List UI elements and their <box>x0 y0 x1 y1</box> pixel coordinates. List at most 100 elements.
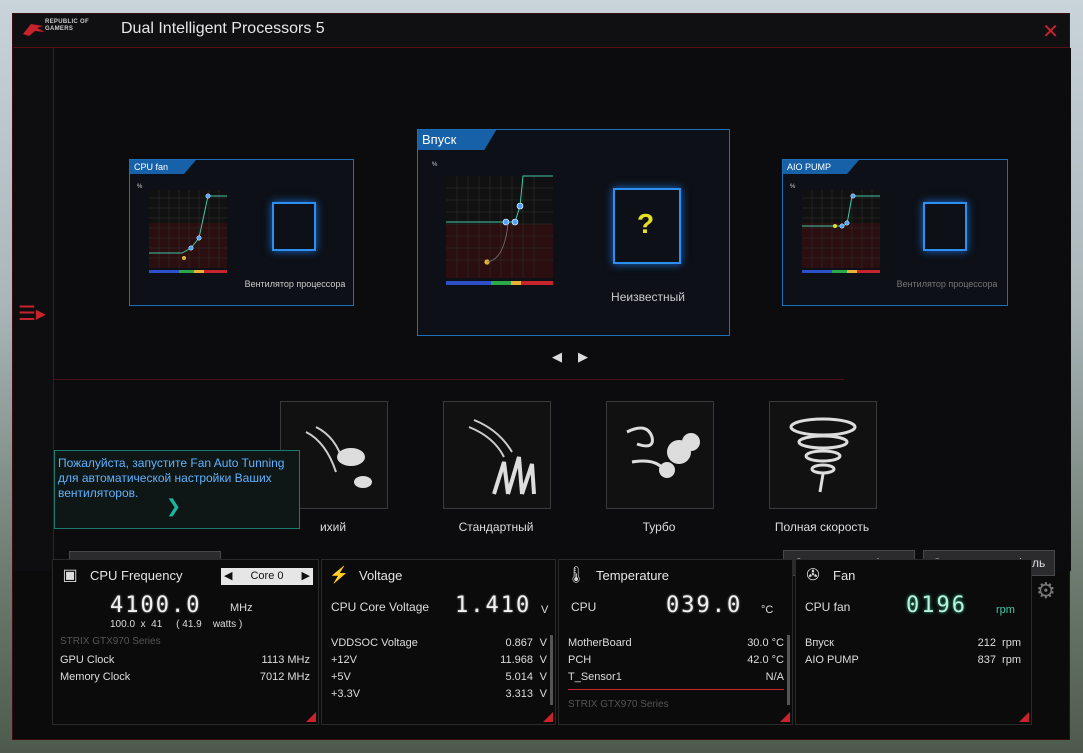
panel-title: Voltage <box>359 568 403 583</box>
scrollbar[interactable] <box>787 635 790 705</box>
section-divider <box>54 379 844 380</box>
fan-curve-chart: % <box>790 184 880 273</box>
fan-card-cpu[interactable]: CPU fan % Вентилятор процессора <box>129 159 354 306</box>
fan-card-label: Вентилятор процессора <box>896 279 998 289</box>
row-unit: V <box>539 654 547 666</box>
separator <box>568 689 784 690</box>
expand-corner-icon[interactable] <box>780 712 790 722</box>
gear-icon[interactable]: ⚙ <box>1036 578 1056 604</box>
fan-icon: ✇ <box>806 567 820 584</box>
prev-core-icon[interactable]: ◀ <box>224 568 232 585</box>
unknown-fan-image: ? <box>613 188 681 264</box>
row-label: +12V <box>331 654 357 666</box>
y-unit: % <box>432 162 438 168</box>
temperature-panel[interactable]: 🌡 Temperature CPU 039.0 °C MotherBoard 3… <box>558 559 793 725</box>
row-label: +3.3V <box>331 688 361 700</box>
motherboard-row: MotherBoard 30.0 °C <box>568 637 784 649</box>
fan-card-label: Вентилятор процессора <box>244 279 346 289</box>
expand-corner-icon[interactable] <box>306 712 316 722</box>
row-value: 5.014 <box>505 671 533 683</box>
chevron-down-icon[interactable]: ❯ <box>166 497 181 515</box>
fan-curve-chart: % <box>432 162 553 285</box>
row-unit: V <box>539 688 547 700</box>
voltage-panel[interactable]: ⚡ Voltage CPU Core Voltage 1.410 V VDDSO… <box>321 559 556 725</box>
pch-row: PCH 42.0 °C <box>568 654 784 666</box>
row-value: 7012 MHz <box>259 671 310 683</box>
row-label: Memory Clock <box>60 671 131 683</box>
fan-card-aio[interactable]: AIO PUMP % Вентилятор процессора <box>782 159 1008 306</box>
cpu-chip-icon: ▣ <box>62 567 78 584</box>
row-value: 11.968 <box>500 654 533 666</box>
row-label: Впуск <box>805 637 834 649</box>
mode-full-speed-button[interactable] <box>769 401 877 509</box>
next-arrow-icon[interactable]: ▶ <box>578 349 588 364</box>
row-value: 42.0 °C <box>747 654 784 666</box>
y-unit: % <box>137 184 143 190</box>
row-value: 837 rpm <box>977 654 1021 666</box>
cpu-multiplier: 100.0 x 41 ( 41.9 watts ) <box>110 619 243 630</box>
fan-panel[interactable]: ✇ Fan CPU fan 0196 rpm Впуск 212 rpm AIO… <box>795 559 1032 725</box>
row-label: PCH <box>568 654 592 666</box>
cpu-frequency-unit: MHz <box>230 602 253 614</box>
panel-title: Fan <box>833 568 856 583</box>
row-label: VDDSOC Voltage <box>331 637 418 649</box>
cpu-core-voltage-value: 1.410 <box>455 593 532 618</box>
gpu-name: STRIX GTX970 Series <box>568 699 669 707</box>
fan-card-header: AIO PUMP <box>783 160 859 174</box>
close-icon[interactable]: ✕ <box>1042 19 1059 44</box>
expand-corner-icon[interactable] <box>543 712 553 722</box>
t-sensor-row: T_Sensor1 N/A <box>568 671 784 683</box>
mode-turbo-button[interactable] <box>606 401 714 509</box>
mode-standard-button[interactable] <box>443 401 551 509</box>
cpu-fan-speed-value: 0196 <box>906 593 967 618</box>
3v3-row: +3.3V 3.313 V <box>331 688 547 700</box>
scrollbar[interactable] <box>550 635 553 705</box>
row-value: 1113 MHz <box>261 654 310 666</box>
y-unit: % <box>790 184 796 190</box>
main-label: CPU fan <box>805 600 851 614</box>
gpu-clock-row: GPU Clock 1113 MHz <box>60 654 310 666</box>
row-value: 30.0 °C <box>747 637 784 649</box>
row-label: MotherBoard <box>568 637 632 649</box>
row-label: +5V <box>331 671 351 683</box>
brand-line-2: GAMERS <box>45 26 74 32</box>
mode-turbo-label: Турбо <box>642 520 676 534</box>
panel-title: CPU Frequency <box>90 568 183 583</box>
cpu-frequency-panel[interactable]: ▣ CPU Frequency ◀ Core 0 ▶ 4100.0 MHz 10… <box>52 559 319 725</box>
question-icon: ? <box>637 208 655 239</box>
mode-full-speed-label: Полная скорость <box>774 520 870 534</box>
fan-card-header: Впуск <box>418 130 496 150</box>
prev-arrow-icon[interactable]: ◀ <box>552 349 562 364</box>
brand-text: REPUBLIC OF GAMERS <box>45 19 89 33</box>
card-nav: ◀ ▶ <box>544 349 596 365</box>
sidebar: ☰▸ <box>13 48 54 571</box>
auto-tuning-tooltip[interactable]: Пожалуйста, запустите Fan Auto Tunning д… <box>54 450 300 529</box>
gpu-name: STRIX GTX970 Series <box>60 636 161 647</box>
12v-row: +12V 11.968 V <box>331 654 547 666</box>
row-value: 212 rpm <box>977 637 1021 649</box>
core-selector[interactable]: ◀ Core 0 ▶ <box>221 568 313 585</box>
voltage-unit: V <box>541 604 549 616</box>
menu-expand-icon[interactable]: ☰▸ <box>18 301 46 326</box>
thermometer-icon: 🌡 <box>566 567 587 584</box>
title-bar: REPUBLIC OF GAMERS Dual Intelligent Proc… <box>13 14 1069 48</box>
tornado-icon <box>789 417 857 493</box>
lightning-icon: ⚡ <box>329 567 349 584</box>
panel-title: Temperature <box>596 568 669 583</box>
aio-pump-row: AIO PUMP 837 rpm <box>805 654 1021 666</box>
main-label: CPU Core Voltage <box>331 600 430 614</box>
brand-line-1: REPUBLIC OF <box>45 19 89 25</box>
tooltip-text: Пожалуйста, запустите Fan Auto Tunning д… <box>58 456 285 500</box>
row-label: GPU Clock <box>60 654 115 666</box>
next-core-icon[interactable]: ▶ <box>302 568 310 585</box>
row-value: 3.313 <box>505 688 533 700</box>
memory-clock-row: Memory Clock 7012 MHz <box>60 671 310 683</box>
fan-card-intake[interactable]: Впуск % ? Неизвестный <box>417 129 730 336</box>
row-unit: V <box>539 671 547 683</box>
cpu-temperature-value: 039.0 <box>666 593 743 618</box>
temperature-unit: °C <box>761 604 774 616</box>
row-value: N/A <box>765 671 784 683</box>
expand-corner-icon[interactable] <box>1019 712 1029 722</box>
fan-card-header: CPU fan <box>130 160 196 174</box>
row-unit: V <box>539 637 547 649</box>
